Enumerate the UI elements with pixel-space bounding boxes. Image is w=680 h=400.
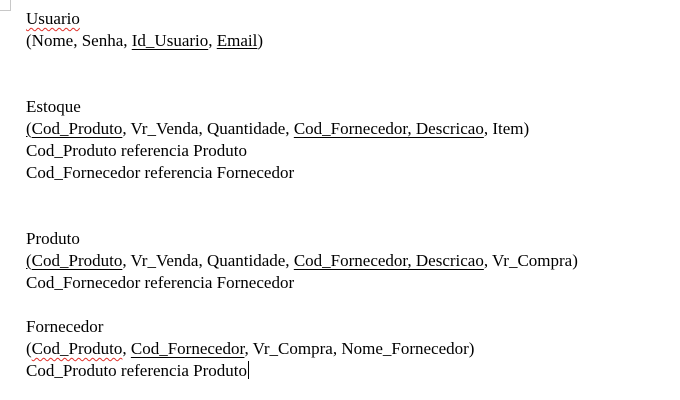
estoque-key-cod-produto: Cod_Produto <box>31 119 123 138</box>
usuario-fields-part1: Nome, Senha, <box>31 31 132 50</box>
usuario-title: Usuario <box>26 9 80 28</box>
produto-fields-part2: , Vr_Venda, Quantidade, <box>122 251 294 270</box>
fornecedor-fields-line: (Cod_Produto, Cod_Fornecedor, Vr_Compra,… <box>26 338 680 360</box>
estoque-fields-part2: , Vr_Venda, Quantidade, <box>122 119 294 138</box>
usuario-title-line: Usuario <box>26 8 680 30</box>
estoque-title: Estoque <box>26 97 81 116</box>
fornecedor-title: Fornecedor <box>26 317 104 336</box>
usuario-key-id-usuario: Id_Usuario <box>131 31 209 50</box>
estoque-ref1-text: Cod_Produto referencia Produto <box>26 141 247 160</box>
estoque-fields-part4: , Item) <box>483 119 530 138</box>
fornecedor-fields-part4: , Vr_Compra, Nome_Fornecedor) <box>244 339 475 358</box>
produto-key-cod-produto: Cod_Produto <box>31 251 123 270</box>
produto-fields-line: (Cod_Produto, Vr_Venda, Quantidade, Cod_… <box>26 250 680 272</box>
produto-fields-part4: , Vr_Compra) <box>483 251 578 270</box>
fornecedor-reference-1: Cod_Produto referencia Produto <box>26 360 680 382</box>
fornecedor-fields-part2: , <box>122 339 131 358</box>
estoque-reference-2: Cod_Fornecedor referencia Fornecedor <box>26 162 680 184</box>
produto-title-line: Produto <box>26 228 680 250</box>
produto-title: Produto <box>26 229 80 248</box>
fornecedor-field-cod-produto: Cod_Produto <box>31 339 123 358</box>
fornecedor-key-cod-fornecedor: Cod_Fornecedor <box>130 339 245 358</box>
usuario-field-email: Email <box>216 31 258 50</box>
usuario-fields-line: (Nome, Senha, Id_Usuario, Email) <box>26 30 680 52</box>
text-cursor <box>247 361 249 379</box>
estoque-ref2-text: Cod_Fornecedor referencia Fornecedor <box>26 163 295 182</box>
document-body[interactable]: Usuario (Nome, Senha, Id_Usuario, Email)… <box>26 8 680 382</box>
estoque-title-line: Estoque <box>26 96 680 118</box>
produto-key-cod-fornecedor-descricao: Cod_Fornecedor, Descricao <box>293 251 484 270</box>
estoque-key-cod-fornecedor-descricao: Cod_Fornecedor, Descricao <box>293 119 484 138</box>
fornecedor-ref1-text: Cod_Produto referencia Produto <box>26 361 247 380</box>
usuario-fields-part3: , <box>208 31 217 50</box>
fornecedor-title-line: Fornecedor <box>26 316 680 338</box>
estoque-reference-1: Cod_Produto referencia Produto <box>26 140 680 162</box>
produto-ref1-text: Cod_Fornecedor referencia Fornecedor <box>26 273 295 292</box>
usuario-close-paren: ) <box>257 31 264 50</box>
page-corner-mark <box>0 0 11 11</box>
produto-reference-1: Cod_Fornecedor referencia Fornecedor <box>26 272 680 294</box>
estoque-fields-line: (Cod_Produto, Vr_Venda, Quantidade, Cod_… <box>26 118 680 140</box>
